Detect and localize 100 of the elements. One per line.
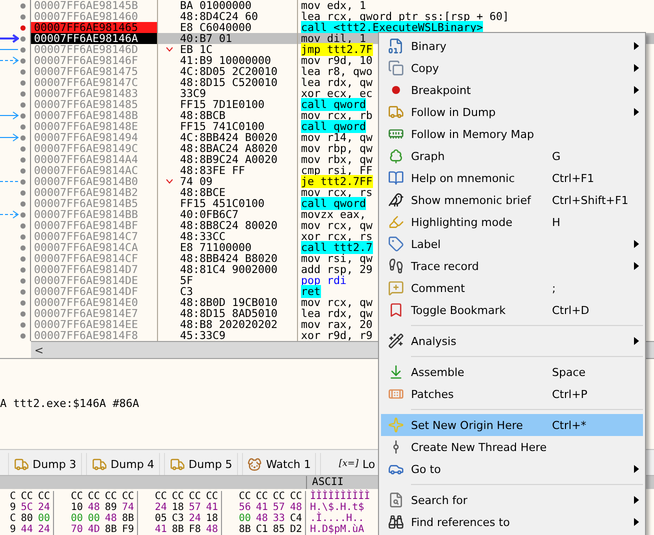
dot-icon[interactable] bbox=[20, 58, 26, 64]
menu-item[interactable]: Follow in Memory Map bbox=[381, 123, 643, 145]
instruction-text: xor r9d, r9 bbox=[301, 329, 373, 342]
hex-byte: CC bbox=[256, 491, 268, 502]
dot-icon[interactable] bbox=[20, 311, 26, 317]
hex-byte: 00 bbox=[38, 513, 50, 524]
dot-icon[interactable] bbox=[20, 124, 26, 130]
bytes-cell: FF15 7D1E0100 bbox=[180, 98, 265, 111]
menu-item[interactable]: Assemble Space bbox=[381, 361, 643, 383]
dot-icon[interactable] bbox=[20, 91, 26, 97]
menu-item[interactable]: Show mnemonic brief Ctrl+Shift+F1 bbox=[381, 189, 643, 211]
dot-icon[interactable] bbox=[20, 179, 26, 185]
dot-icon[interactable] bbox=[20, 245, 26, 251]
bytes-cell: 33C9 bbox=[180, 87, 206, 100]
instruction-text: mov rcx, rs bbox=[301, 186, 373, 199]
hex-byte: 10 bbox=[70, 502, 83, 513]
address-cell: 00007FF6AE9814B2 bbox=[31, 187, 158, 198]
dot-icon[interactable] bbox=[20, 113, 26, 119]
menu-item[interactable]: Patches Ctrl+P bbox=[381, 383, 643, 405]
menu-item[interactable]: Breakpoint bbox=[381, 79, 643, 101]
dot-icon[interactable] bbox=[20, 212, 26, 218]
hex-byte: 33 bbox=[272, 513, 285, 524]
dot-icon[interactable] bbox=[20, 14, 26, 20]
dot-icon[interactable] bbox=[20, 278, 26, 284]
address-cell: 00007FF6AE9814B0 bbox=[31, 176, 158, 187]
menu-item[interactable]: Binary bbox=[381, 35, 643, 57]
bytes-cell: 48:8B9C24 A0020 bbox=[180, 153, 278, 166]
tab[interactable]: Dump 4 bbox=[86, 453, 160, 475]
dot-icon[interactable] bbox=[20, 146, 26, 152]
dot-icon[interactable] bbox=[20, 190, 26, 196]
bytes-cell: E8 C6040000 bbox=[180, 21, 252, 34]
address-cell: 00007FF6AE98146D bbox=[31, 44, 158, 55]
hex-byte: C1 bbox=[256, 524, 268, 535]
dot-icon[interactable] bbox=[20, 333, 26, 339]
dot-icon[interactable] bbox=[20, 267, 26, 273]
hex-byte: CC bbox=[104, 491, 117, 502]
address-cell: 00007FF6AE9814BB bbox=[31, 209, 158, 220]
address-cell: 00007FF6AE98146F bbox=[31, 55, 158, 66]
dot-icon[interactable] bbox=[20, 289, 26, 295]
hex-byte: D2 bbox=[290, 524, 302, 535]
menu-item[interactable]: Graph G bbox=[381, 145, 643, 167]
menu-item[interactable]: Help on mnemonic Ctrl+F1 bbox=[381, 167, 643, 189]
bytes-cell: 4C:8D05 2C20010 bbox=[180, 65, 278, 78]
tab[interactable]: Dump 3 bbox=[8, 453, 82, 475]
menu-item[interactable]: Toggle Bookmark Ctrl+D bbox=[381, 299, 643, 321]
bytes-cell: 74 09 bbox=[180, 175, 213, 188]
hex-byte: CC bbox=[88, 491, 100, 502]
instruction-text: xor ecx, ec bbox=[301, 87, 373, 100]
ascii-text: .Ì....H.. bbox=[309, 513, 364, 524]
hex-byte: CC bbox=[238, 491, 251, 502]
dot-icon[interactable] bbox=[20, 157, 26, 163]
menu-item[interactable]: Trace record bbox=[381, 255, 643, 277]
dot-icon[interactable] bbox=[20, 234, 26, 240]
address-cell: 00007FF6AE981475 bbox=[31, 66, 158, 77]
dot-icon[interactable] bbox=[20, 69, 26, 75]
hex-byte: 8B bbox=[238, 524, 251, 535]
hex-byte: 85 bbox=[272, 524, 285, 535]
hex-byte: C3 bbox=[172, 513, 184, 524]
dot-icon[interactable] bbox=[20, 47, 26, 53]
dot-icon[interactable] bbox=[20, 223, 26, 229]
dot-icon[interactable] bbox=[20, 80, 26, 86]
address-cell: 00007FF6AE98145B bbox=[31, 0, 158, 11]
bytes-cell: 40:B7 01 bbox=[180, 32, 232, 45]
bytes-cell: 48:B8 202020202 bbox=[180, 318, 278, 331]
hex-byte: 4D bbox=[88, 524, 100, 535]
tree-icon bbox=[388, 148, 404, 164]
address-cell: 00007FF6AE9814AC bbox=[31, 165, 158, 176]
bytes-cell: E8 71100000 bbox=[180, 241, 252, 254]
dot-icon[interactable] bbox=[20, 36, 26, 42]
dot-icon[interactable] bbox=[20, 168, 26, 174]
address-cell: 00007FF6AE981494 bbox=[31, 132, 158, 143]
instruction-text: lea rdx, qw bbox=[301, 76, 373, 89]
hex-byte: 8B bbox=[122, 513, 134, 524]
hex-byte: 8B bbox=[172, 524, 184, 535]
dot-icon[interactable] bbox=[20, 3, 26, 9]
footprints-icon bbox=[388, 258, 404, 274]
menu-item[interactable]: Set New Origin Here Ctrl+* bbox=[381, 414, 643, 436]
dot-icon[interactable] bbox=[20, 300, 26, 306]
menu-item[interactable]: Follow in Dump bbox=[381, 101, 643, 123]
dot-icon[interactable] bbox=[20, 102, 26, 108]
menu-item[interactable]: Highlighting mode H bbox=[381, 211, 643, 233]
instruction-text: ret bbox=[301, 285, 321, 298]
breakpoint-dot-icon[interactable] bbox=[20, 25, 26, 31]
dot-icon[interactable] bbox=[20, 201, 26, 207]
menu-item[interactable]: Comment ; bbox=[381, 277, 643, 299]
menu-item[interactable]: Copy bbox=[381, 57, 643, 79]
hex-byte: 00 bbox=[88, 513, 100, 524]
tab[interactable]: Watch 1 bbox=[242, 453, 316, 475]
tab[interactable]: Dump 5 bbox=[164, 453, 238, 475]
bytes-cell: 48:81C4 9002000 bbox=[180, 263, 278, 276]
dot-icon[interactable] bbox=[20, 322, 26, 328]
menu-item[interactable]: Search for bbox=[381, 489, 643, 511]
menu-item[interactable]: Find references to bbox=[381, 511, 643, 533]
menu-item[interactable]: Label bbox=[381, 233, 643, 255]
address-cell: 00007FF6AE9814B5 bbox=[31, 198, 158, 209]
dot-icon[interactable] bbox=[20, 135, 26, 141]
scroll-left-button[interactable]: < bbox=[31, 344, 47, 356]
hex-byte: 05 bbox=[154, 513, 167, 524]
dot-icon[interactable] bbox=[20, 256, 26, 262]
instruction-text: lea r8, qwo bbox=[301, 65, 373, 78]
